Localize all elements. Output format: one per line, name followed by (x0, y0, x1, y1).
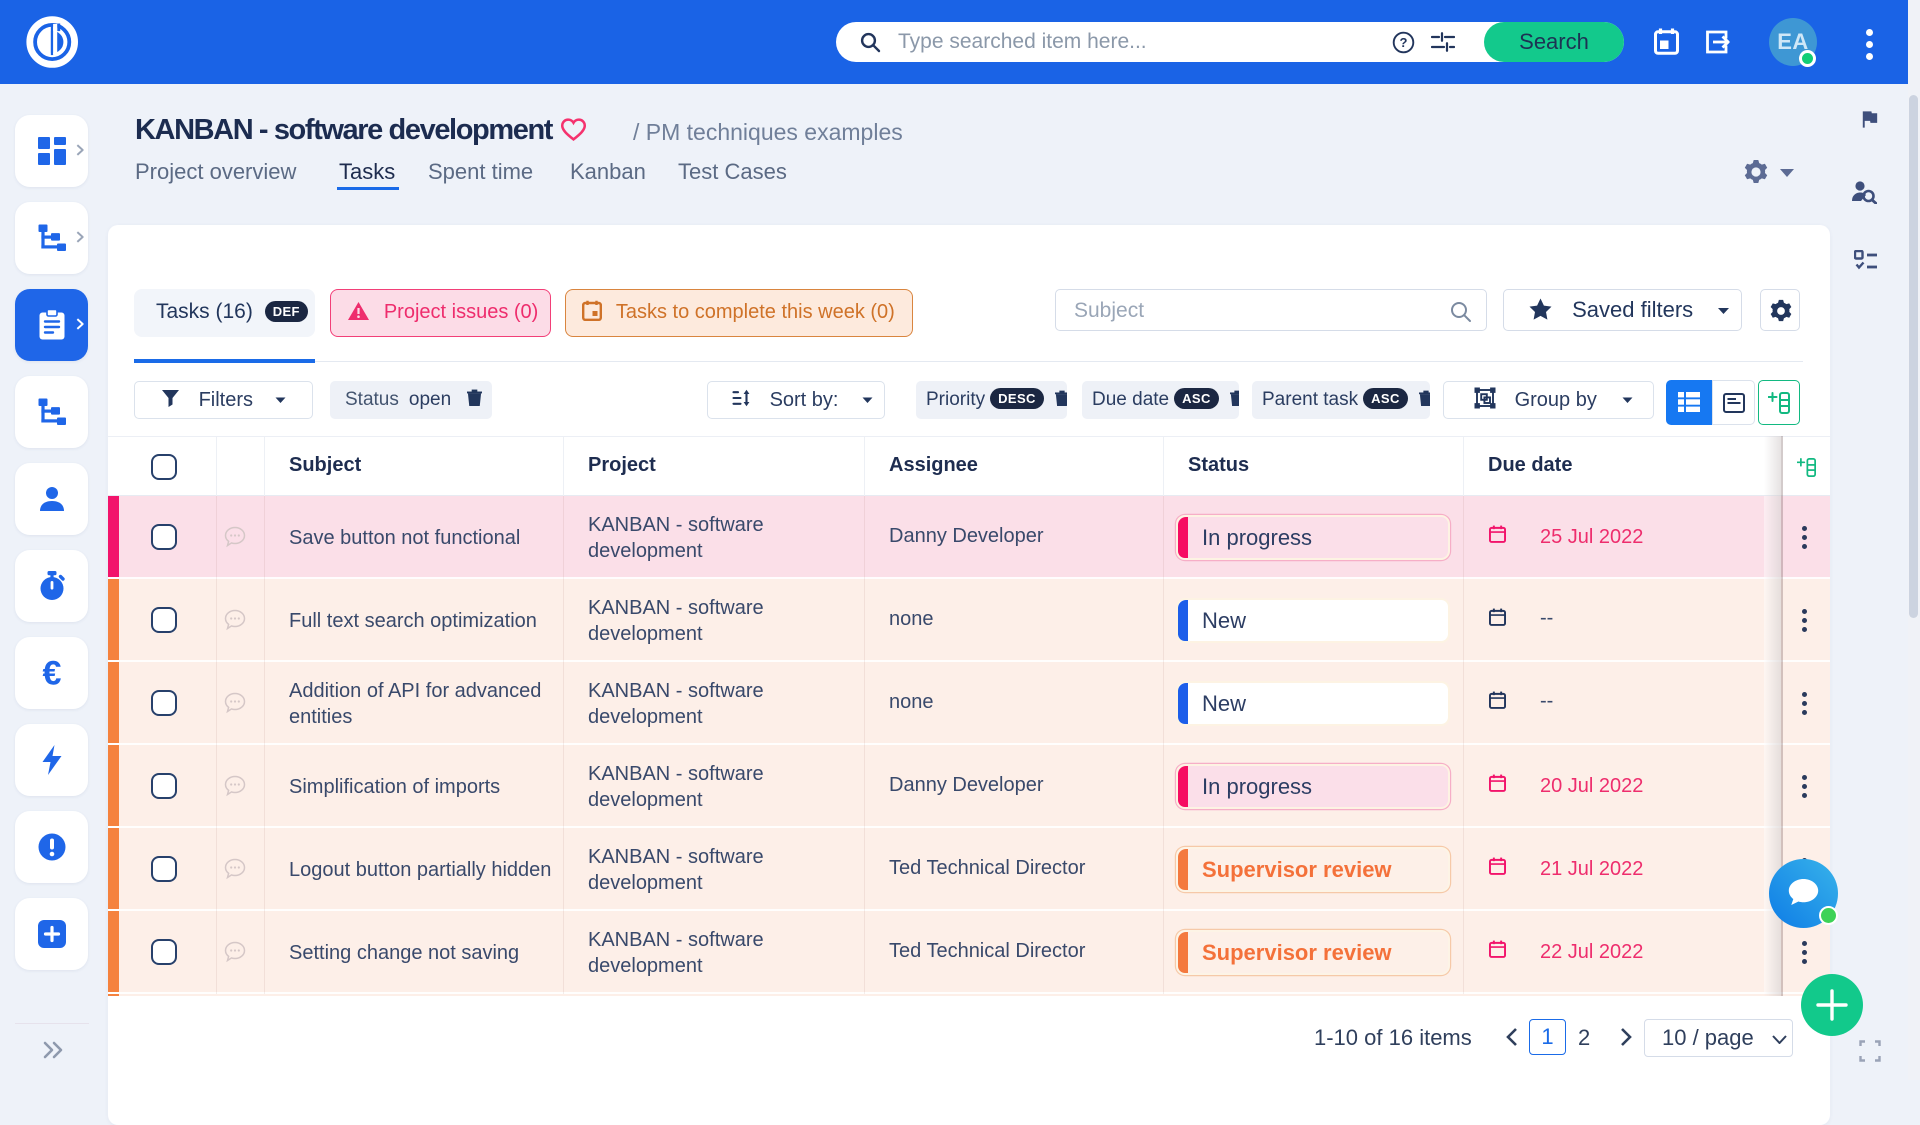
svg-text:?: ? (1400, 35, 1408, 50)
svg-text:€: € (42, 657, 61, 689)
